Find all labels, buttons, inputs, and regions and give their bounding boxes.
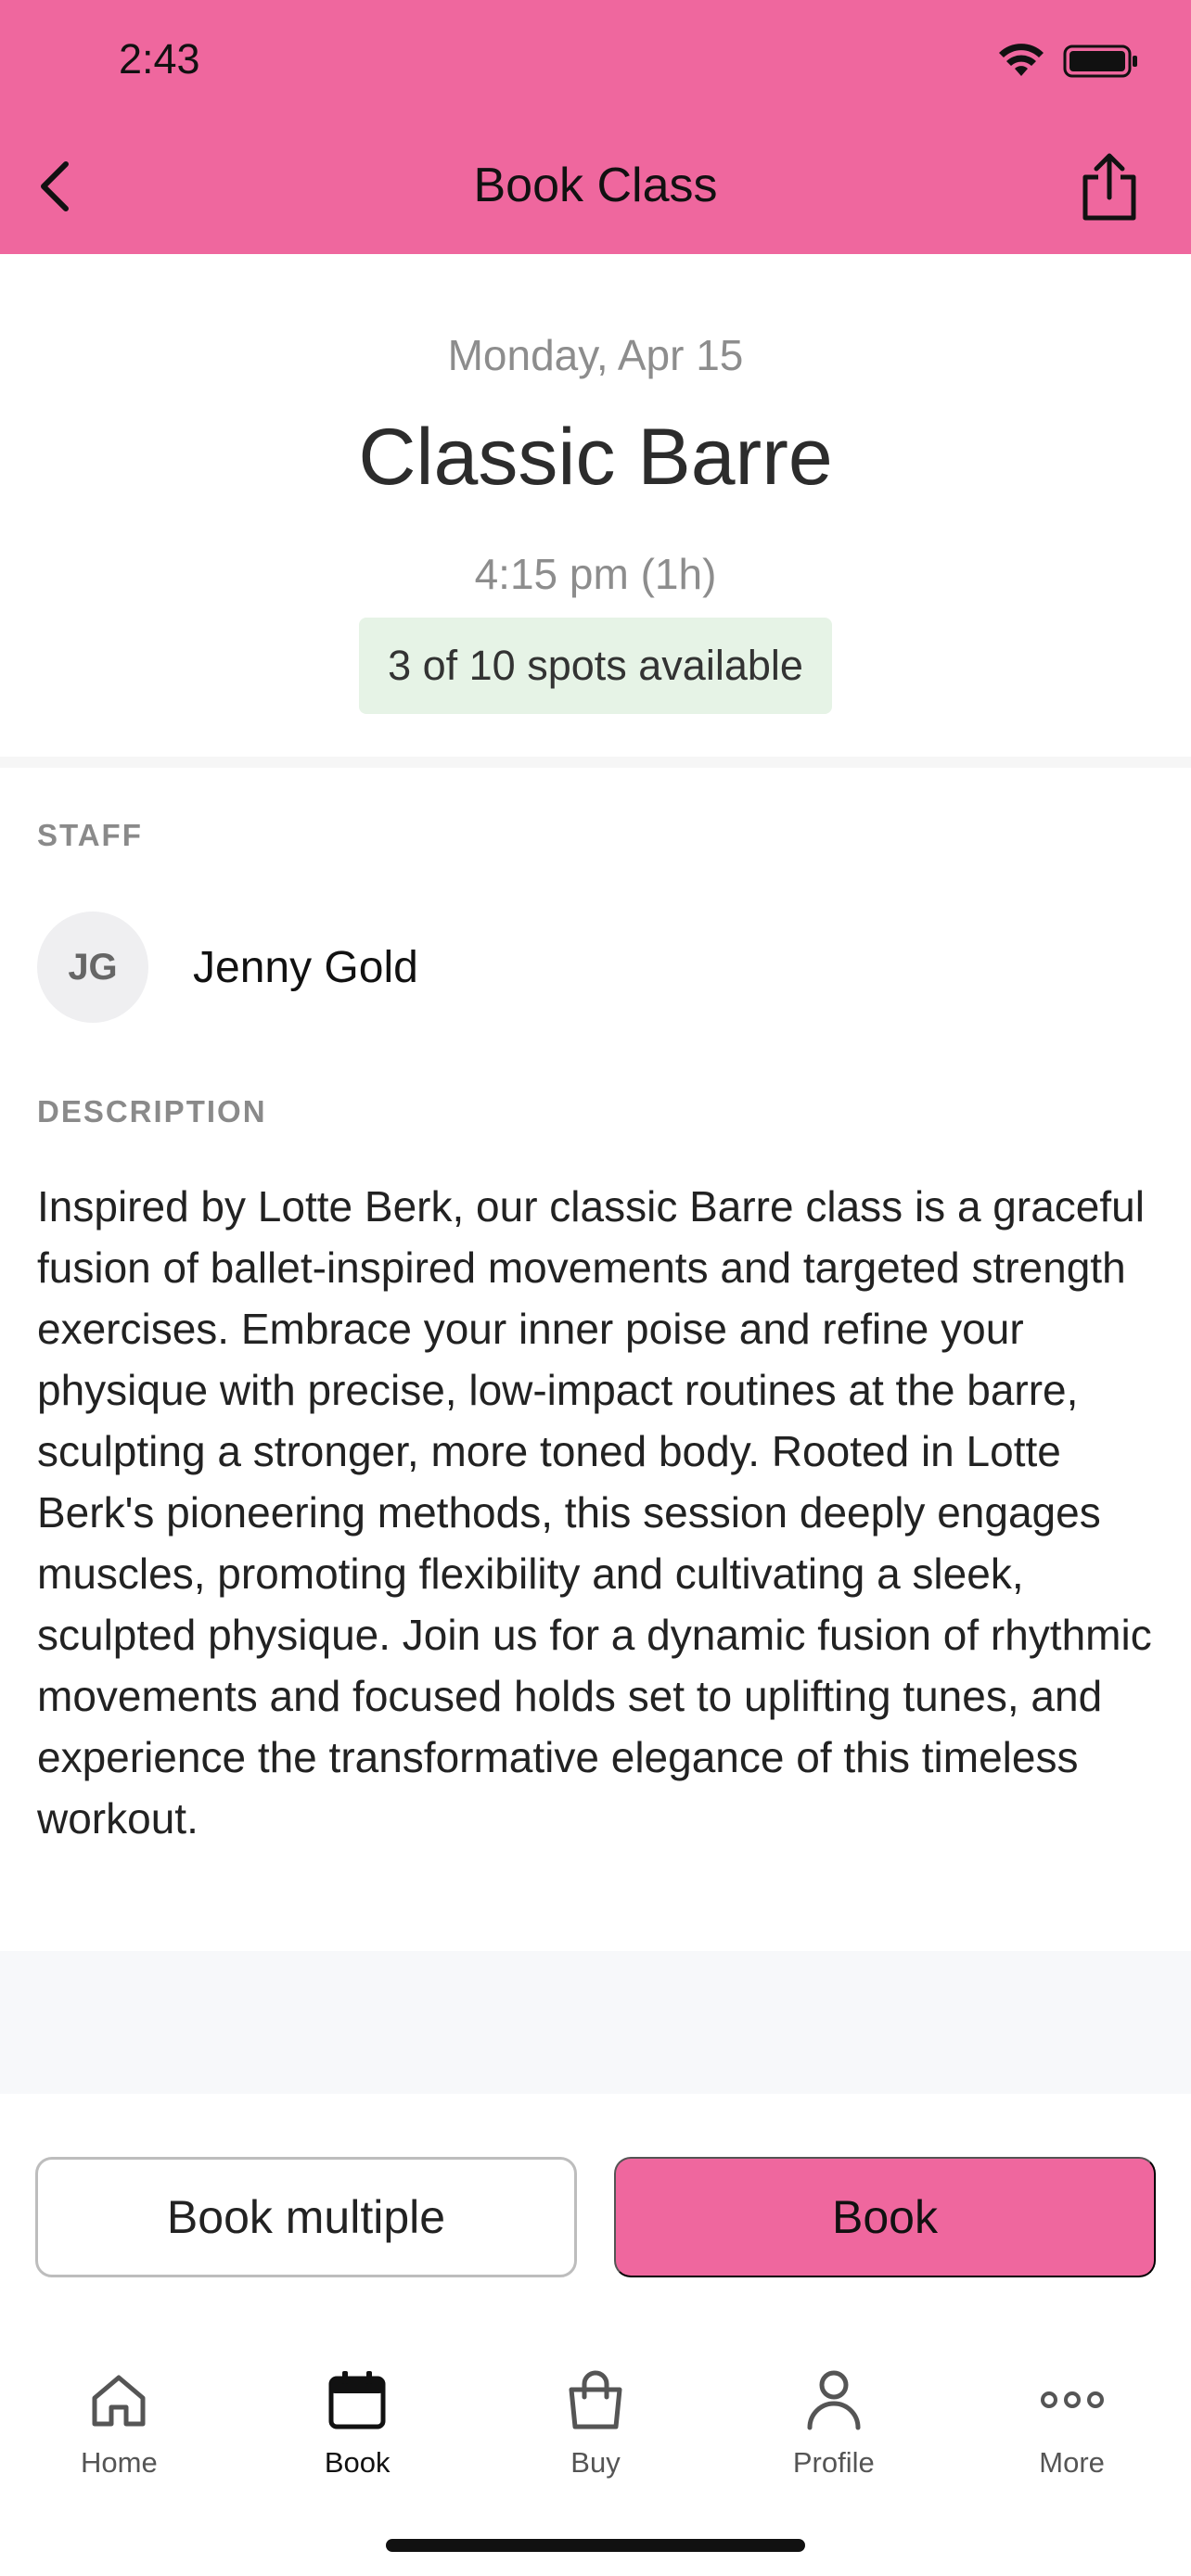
class-title: Classic Barre <box>358 413 833 502</box>
battery-icon <box>1063 43 1139 84</box>
tab-bar: Home Book Buy Profile More <box>0 2346 1191 2513</box>
class-date: Monday, Apr 15 <box>447 331 744 379</box>
staff-avatar[interactable]: JG <box>37 912 148 1023</box>
tab-label-more: More <box>1039 2446 1105 2479</box>
staff-name[interactable]: Jenny Gold <box>193 942 418 993</box>
header-bar: 2:43 Book Class <box>0 0 1191 254</box>
spacer-band <box>0 1951 1191 2094</box>
spots-available-badge: 3 of 10 spots available <box>359 618 832 714</box>
staff-section-label: STAFF <box>37 818 143 852</box>
description-section-label: DESCRIPTION <box>37 1094 267 1129</box>
book-multiple-button[interactable]: Book multiple <box>35 2157 577 2277</box>
share-icon <box>1080 153 1139 226</box>
tab-home[interactable]: Home <box>0 2346 238 2513</box>
tab-book[interactable]: Book <box>238 2346 477 2513</box>
status-time: 2:43 <box>119 35 200 83</box>
calendar-icon <box>320 2363 394 2437</box>
person-icon <box>797 2363 871 2437</box>
tab-label-profile: Profile <box>792 2446 875 2479</box>
wifi-icon <box>998 43 1044 84</box>
tab-buy[interactable]: Buy <box>477 2346 715 2513</box>
tab-profile[interactable]: Profile <box>714 2346 953 2513</box>
staff-initials: JG <box>68 946 118 988</box>
home-indicator <box>386 2539 805 2552</box>
class-description: Inspired by Lotte Berk, our classic Barr… <box>37 1182 1152 1843</box>
book-button[interactable]: Book <box>614 2157 1156 2277</box>
class-time: 4:15 pm (1h) <box>474 550 717 598</box>
share-button[interactable] <box>1074 152 1145 226</box>
page-title: Book Class <box>473 159 718 212</box>
status-icons <box>998 43 1139 84</box>
class-summary: Monday, Apr 15 Classic Barre 4:15 pm (1h… <box>0 254 1191 768</box>
section-divider <box>0 757 1191 768</box>
tab-label-home: Home <box>81 2446 158 2479</box>
tab-label-book: Book <box>324 2446 391 2479</box>
more-dots-icon <box>1035 2363 1109 2437</box>
shopping-bag-icon <box>558 2363 633 2437</box>
tab-more[interactable]: More <box>953 2346 1191 2513</box>
tab-label-buy: Buy <box>570 2446 621 2479</box>
home-icon <box>82 2363 156 2437</box>
